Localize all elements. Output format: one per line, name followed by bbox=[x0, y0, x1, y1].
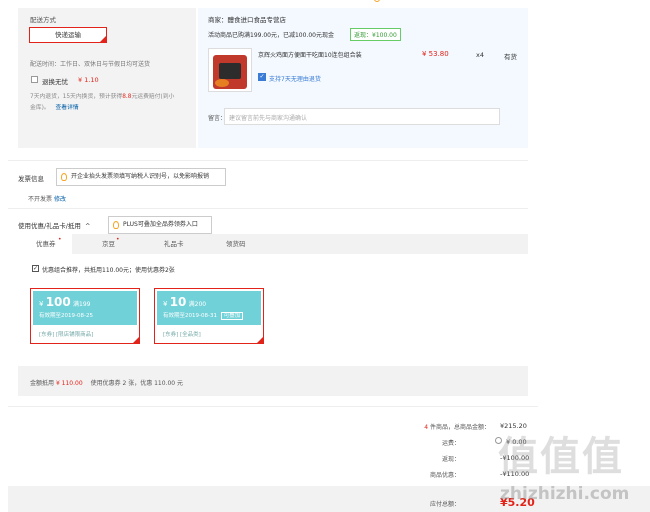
discount-title-row[interactable]: 使用优惠/礼品卡/抵用 ^ bbox=[18, 220, 90, 230]
remark-input[interactable]: 建议留言前先与商家沟通确认 bbox=[224, 108, 500, 125]
coupon-tags: [东券] [全品类] bbox=[163, 332, 201, 338]
shipping-method-label: 快递运输 bbox=[55, 31, 81, 39]
coupon-amount: 10 bbox=[169, 295, 187, 309]
yuan-icon: ¥ bbox=[163, 300, 168, 308]
watermark-logo: 值值值 bbox=[498, 424, 624, 482]
return-detail-link[interactable]: 查看详情 bbox=[56, 105, 79, 111]
selected-corner-icon bbox=[257, 337, 263, 343]
coupon-top: ¥ 10 满200 有效期至2019-08-31 可叠加 bbox=[157, 291, 261, 325]
coupon-top: ¥ 100 满199 有效期至2019-08-25 bbox=[33, 291, 137, 325]
seller-label: 商家： bbox=[208, 16, 228, 24]
selected-corner-icon bbox=[100, 36, 106, 42]
watermark-site: zhizhizhi.com bbox=[500, 484, 630, 504]
return-desc-part3: 金库)。 bbox=[30, 105, 50, 111]
product-noodle-shape bbox=[215, 79, 229, 87]
return-desc-part1: 7天内退货，15天内换货，预计获得 bbox=[30, 94, 123, 100]
coupon-card[interactable]: ¥ 10 满200 有效期至2019-08-31 可叠加 [东券] [全品类] bbox=[154, 288, 264, 344]
coupon-condition: 满199 bbox=[73, 301, 91, 308]
tab-giftcard[interactable]: 礼品卡 bbox=[164, 238, 184, 248]
selected-corner-icon bbox=[133, 337, 139, 343]
items-total-label: 4 件商品，总商品金额： bbox=[340, 422, 490, 431]
section-divider bbox=[8, 160, 528, 161]
watermark-char: 值 bbox=[498, 434, 540, 480]
delivery-time-note: 配送时间：工作日、双休日与节假日均可送货 bbox=[30, 61, 151, 68]
promo-badge: 返现：¥100.00 bbox=[350, 28, 401, 41]
bulb-icon bbox=[113, 221, 119, 229]
tab-coupon-dot: • bbox=[58, 236, 62, 243]
summary-detail: 使用优惠券 2 张，优惠 110.00 元 bbox=[90, 380, 184, 387]
promo-text: 活动商品已购满199.00元，已减100.00元现金 bbox=[208, 32, 334, 39]
product-price: ¥ 53.80 bbox=[422, 50, 449, 58]
watermark-char: 值 bbox=[582, 434, 624, 480]
discount-tabs-bar bbox=[18, 234, 528, 254]
summary-amount: ¥ 110.00 bbox=[55, 380, 83, 387]
plus-tip-box[interactable]: PLUS可叠加全品券领券入口 bbox=[108, 216, 212, 234]
tab-jingdou-dot: • bbox=[116, 236, 120, 243]
checkbox-icon[interactable]: ✓ bbox=[32, 265, 39, 272]
coupon-card[interactable]: ¥ 100 满199 有效期至2019-08-25 [东券] [限店铺限商品] bbox=[30, 288, 140, 344]
invoice-tip-box: 开企业抬头发票须填写纳税人识别号，以免影响报销 bbox=[56, 168, 226, 186]
items-label: 件商品，总商品金额： bbox=[429, 424, 490, 431]
chevron-up-icon: ^ bbox=[84, 222, 91, 230]
product-discount-label: 商品优惠： bbox=[429, 472, 460, 479]
invoice-status-row: 不开发票 修改 bbox=[28, 194, 66, 203]
tab-jingdou[interactable]: 京豆 bbox=[102, 238, 115, 248]
invoice-tip-text: 开企业抬头发票须填写纳税人识别号，以免影响报销 bbox=[71, 173, 210, 180]
summary-label: 金额抵用 bbox=[30, 380, 55, 387]
product-name[interactable]: 京辉火鸡面方便面干吃面10连包组合装 bbox=[258, 50, 362, 59]
coupon-condition: 满200 bbox=[188, 301, 207, 308]
discount-summary: 金额抵用 ¥ 110.00 使用优惠券 2 张，优惠 110.00 元 bbox=[30, 378, 183, 387]
product-qty: x4 bbox=[476, 51, 484, 59]
section-divider bbox=[8, 208, 528, 209]
cashback-label: 返现： bbox=[441, 456, 460, 463]
coupon-validity: 有效期至2019-08-31 bbox=[163, 313, 217, 319]
section-divider bbox=[8, 406, 538, 407]
yuan-icon: ¥ bbox=[39, 300, 44, 308]
product-stock: 有货 bbox=[504, 53, 517, 61]
support-text: 支持7天无理由退货 bbox=[269, 76, 321, 83]
invoice-status: 不开发票 bbox=[28, 196, 53, 203]
invoice-edit-link[interactable]: 修改 bbox=[54, 196, 66, 203]
coupon-validity: 有效期至2019-08-25 bbox=[39, 313, 93, 319]
product-package-label bbox=[219, 63, 241, 79]
items-count: 4 bbox=[424, 424, 429, 431]
combo-text: 优惠组合推荐，共抵用110.00元；使用优惠券2张 bbox=[42, 267, 175, 274]
stackable-badge: 可叠加 bbox=[220, 312, 244, 320]
payable-label: 应付总额： bbox=[429, 501, 460, 508]
header-fragment bbox=[374, 0, 524, 2]
product-image[interactable] bbox=[208, 48, 252, 92]
seller-name[interactable]: 醴食进口食品专营店 bbox=[228, 16, 287, 24]
tab-coupon[interactable]: 优惠券 bbox=[36, 238, 56, 248]
bulb-icon bbox=[61, 173, 67, 181]
tab-pickup-code[interactable]: 领货码 bbox=[226, 238, 246, 248]
plus-tip-text: PLUS可叠加全品券领券入口 bbox=[123, 221, 198, 228]
return-option-price: ¥ 1.10 bbox=[78, 76, 99, 84]
support-icon: ✓ bbox=[258, 73, 266, 81]
coupon-amount: 100 bbox=[45, 295, 71, 309]
coupon-tags: [东券] [限店铺限商品] bbox=[39, 332, 94, 338]
shipping-method-button[interactable]: 快递运输 bbox=[29, 27, 107, 43]
discount-title: 使用优惠/礼品卡/抵用 bbox=[18, 222, 81, 230]
return-desc-part2: 元运费赔付(到小 bbox=[131, 94, 175, 100]
coupon-validity-row: 有效期至2019-08-31 可叠加 bbox=[163, 311, 255, 320]
return-option-label: 退换无忧 bbox=[42, 78, 68, 86]
return-option-checkbox[interactable] bbox=[31, 76, 38, 83]
seller-info: 商家：醴食进口食品专营店 bbox=[208, 14, 286, 24]
freight-label: 运费： bbox=[441, 440, 460, 447]
return-description: 7天内退货，15天内换货，预计获得8.8元运费赔付(到小 金库)。 查看详情 bbox=[30, 92, 195, 114]
remark-placeholder: 建议留言前先与商家沟通确认 bbox=[229, 115, 308, 122]
shipping-section-title: 配送方式 bbox=[30, 16, 56, 24]
watermark-char: 值 bbox=[540, 434, 582, 480]
invoice-title: 发票信息 bbox=[18, 175, 44, 183]
